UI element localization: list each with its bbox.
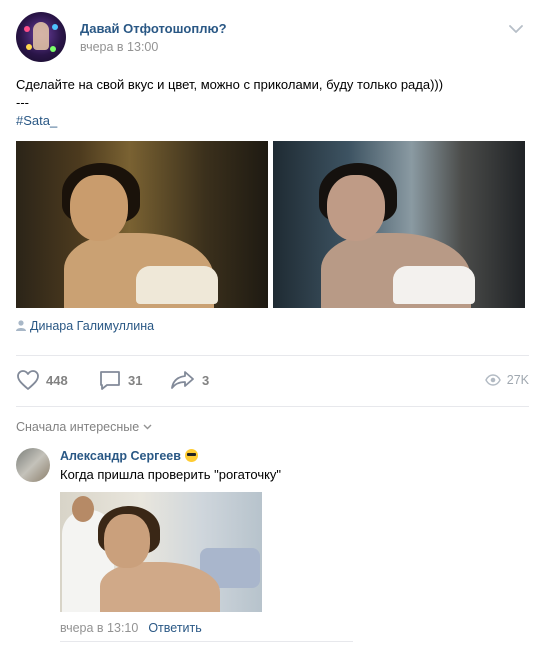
hashtag-link[interactable]: #Sata_	[16, 112, 531, 130]
post-actions: 448 31 3 27K	[16, 366, 529, 396]
comment-count: 31	[128, 372, 143, 388]
avatar-orb	[26, 44, 32, 50]
share-count: 3	[202, 372, 210, 388]
like-button[interactable]: 448	[16, 366, 68, 394]
comment-author-link[interactable]: Александр Сергеев	[60, 449, 198, 463]
post-text: Сделайте на свой вкус и цвет, можно с пр…	[16, 76, 531, 130]
original-photo[interactable]	[16, 141, 268, 308]
group-avatar[interactable]	[16, 12, 66, 62]
comment-timestamp[interactable]: вчера в 13:10	[60, 621, 138, 635]
divider	[16, 355, 529, 356]
post-author-name: Динара Галимуллина	[30, 319, 155, 333]
edited-photo[interactable]	[273, 141, 525, 308]
view-count: 27K	[506, 373, 529, 387]
comment-sort-dropdown[interactable]: Сначала интересные	[16, 420, 152, 434]
photo-shape	[327, 175, 385, 241]
view-counter: 27K	[484, 366, 529, 394]
comment-icon	[100, 371, 120, 390]
comment-author-avatar[interactable]	[16, 448, 50, 482]
avatar-figure	[33, 22, 49, 50]
divider	[16, 406, 529, 407]
photo-shape	[136, 266, 218, 304]
sunglasses-emoji-icon	[184, 449, 198, 462]
comment-sort-label: Сначала интересные	[16, 420, 140, 434]
group-name-link[interactable]: Давай Отфотошоплю?	[80, 21, 227, 36]
avatar-orb	[50, 46, 56, 52]
share-button[interactable]: 3	[170, 366, 209, 394]
photo-shape	[104, 514, 150, 568]
photo-shape	[72, 496, 94, 522]
post-author[interactable]: Динара Галимуллина	[16, 319, 154, 333]
share-icon	[171, 371, 194, 389]
person-icon	[16, 320, 26, 331]
photo-shape	[70, 175, 128, 241]
chevron-down-icon[interactable]	[509, 24, 523, 34]
comment-photo[interactable]	[60, 492, 262, 612]
comment-author-name: Александр Сергеев	[60, 449, 181, 463]
heart-icon	[17, 370, 39, 390]
post-text-line: Сделайте на свой вкус и цвет, можно с пр…	[16, 77, 444, 92]
eye-icon	[484, 374, 501, 386]
comment-meta: вчера в 13:10 Ответить	[60, 621, 202, 635]
divider	[60, 641, 353, 642]
chevron-down-icon	[143, 424, 152, 430]
post-header: Давай Отфотошоплю? вчера в 13:00	[16, 12, 531, 64]
avatar-orb	[52, 24, 58, 30]
reply-button[interactable]: Ответить	[148, 621, 201, 635]
avatar-orb	[24, 26, 30, 32]
post-text-separator: ---	[16, 95, 29, 110]
photo-shape	[393, 266, 475, 304]
post-timestamp[interactable]: вчера в 13:00	[80, 40, 158, 54]
like-count: 448	[46, 372, 68, 388]
comment-button[interactable]: 31	[98, 366, 142, 394]
comment-text: Когда пришла проверить "рогаточку"	[60, 467, 282, 482]
